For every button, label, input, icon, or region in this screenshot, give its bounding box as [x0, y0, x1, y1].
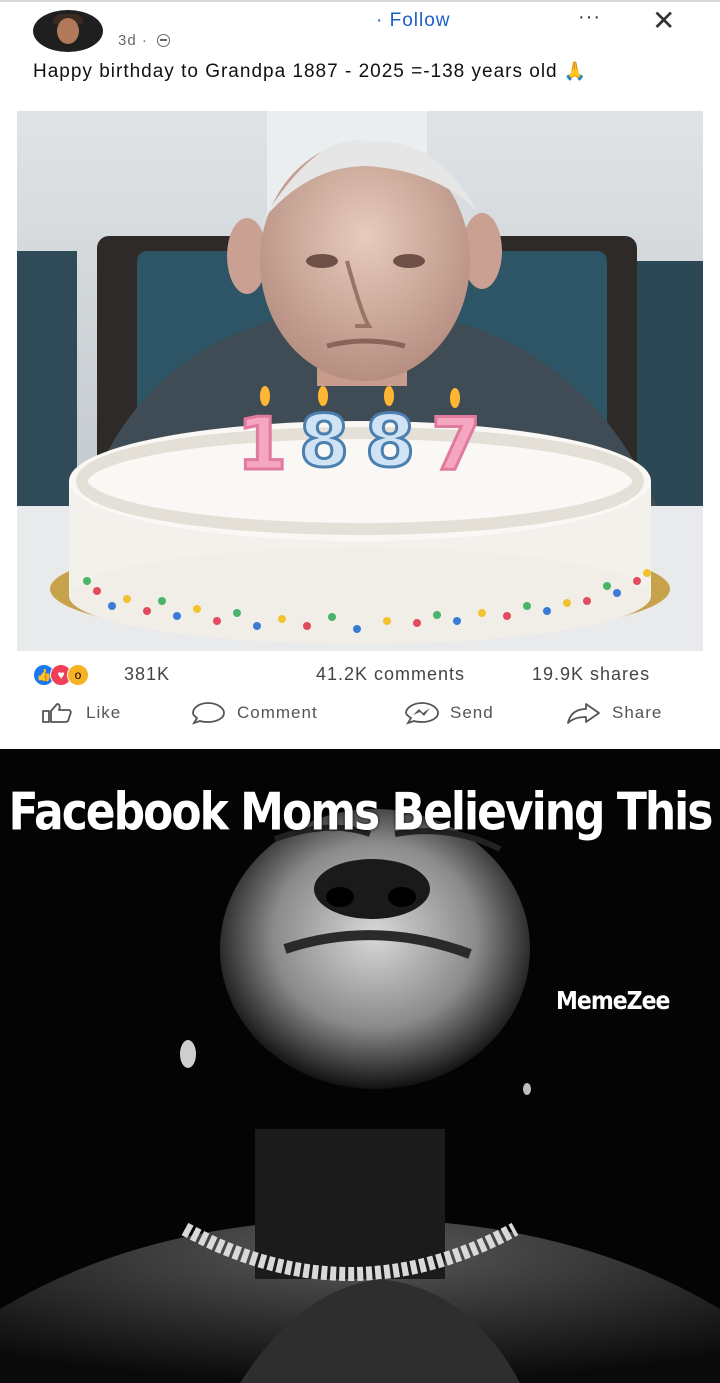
facebook-post: 3d · · Follow ··· ✕ Happy birthday to Gr…	[0, 0, 720, 749]
share-button[interactable]: Share	[566, 700, 662, 726]
candle-digit-3: 8	[365, 399, 415, 483]
avatar[interactable]	[33, 10, 103, 52]
post-meta: 3d ·	[118, 32, 171, 49]
like-label: Like	[86, 703, 122, 722]
comments-count[interactable]: 41.2K comments	[316, 664, 465, 685]
like-button[interactable]: Like	[40, 700, 121, 726]
reaction-count[interactable]: 381K	[124, 664, 170, 685]
memezee-watermark: MemeZee	[556, 987, 670, 1016]
post-caption: Happy birthday to Grandpa 1887 - 2025 =-…	[33, 60, 693, 83]
send-label: Send	[450, 703, 494, 722]
comment-label: Comment	[237, 703, 318, 722]
thumbs-up-icon	[42, 703, 72, 723]
praying-hands-emoji: 🙏	[563, 61, 588, 81]
comment-button[interactable]: Comment	[191, 700, 318, 726]
post-time: 3d ·	[118, 32, 148, 49]
meme-panel: Facebook Moms Believing This MemeZee	[0, 749, 720, 1383]
share-label: Share	[612, 703, 663, 722]
send-button[interactable]: Send	[404, 700, 494, 726]
wow-reaction-icon: o	[67, 664, 89, 686]
candle-digit-1: 1	[237, 402, 287, 486]
top-divider	[0, 0, 720, 2]
post-photo[interactable]: 1 8 8 7	[17, 111, 703, 651]
meme-headline: Facebook Moms Believing This	[8, 782, 714, 843]
avatar-face	[57, 18, 79, 44]
globe-icon	[157, 34, 171, 47]
follow-button[interactable]: · Follow	[376, 10, 451, 32]
share-arrow-icon	[567, 703, 600, 724]
candle-digit-4: 7	[431, 402, 481, 486]
candle-digit-2: 8	[299, 399, 349, 483]
caption-text: Happy birthday to Grandpa 1887 - 2025 =-…	[33, 61, 558, 82]
more-options-icon[interactable]: ···	[578, 6, 601, 29]
close-icon[interactable]: ✕	[652, 4, 675, 37]
shares-count[interactable]: 19.9K shares	[532, 664, 650, 685]
messenger-icon	[405, 702, 439, 725]
birthday-photo: 1 8 8 7	[17, 111, 703, 651]
meme-image	[0, 749, 720, 1383]
comment-bubble-icon	[191, 702, 225, 725]
